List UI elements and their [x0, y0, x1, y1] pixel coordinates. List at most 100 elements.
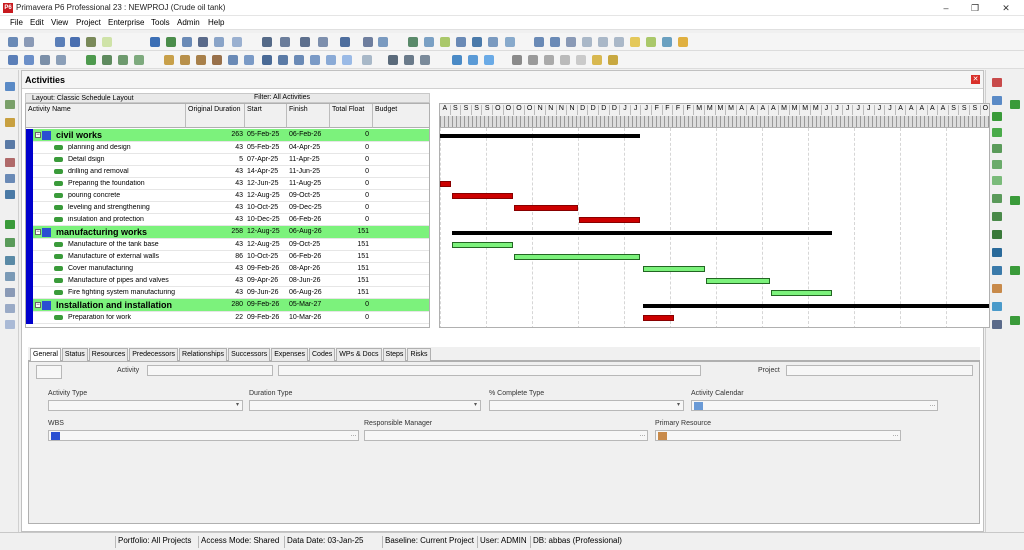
layout-bar[interactable]: Layout: Classic Schedule Layout — [25, 93, 430, 103]
activity-bar[interactable] — [643, 266, 705, 272]
collapse-icon[interactable] — [598, 37, 608, 47]
summarize-icon[interactable] — [505, 37, 515, 47]
chevron-down-icon[interactable]: ▾ — [674, 401, 683, 410]
menu-enterprise[interactable]: Enterprise — [108, 18, 144, 27]
codes-side-icon[interactable] — [1010, 266, 1020, 275]
timescale-icon[interactable] — [378, 37, 388, 47]
table-row[interactable]: Detail dsign 5 07-Apr-25 11-Apr-25 0 — [26, 154, 429, 166]
baseline-icon[interactable] — [488, 37, 498, 47]
copy-icon[interactable] — [528, 55, 538, 65]
table-row[interactable]: Manufacture of pipes and valves 43 09-Apr-… — [26, 275, 429, 287]
col-start[interactable]: Start — [245, 104, 287, 128]
calendar-field[interactable]: … — [691, 400, 938, 411]
print-icon[interactable] — [8, 37, 18, 47]
wbs-row[interactable]: − Installation and installation 280 09-Feb-… — [26, 299, 429, 312]
ellipsis-icon[interactable]: … — [349, 431, 358, 440]
wbs-row[interactable]: − civil works 263 05-Feb-25 06-Feb-26 0 — [26, 129, 429, 142]
threshold-icon[interactable] — [212, 55, 222, 65]
expenses-icon[interactable] — [326, 55, 336, 65]
web-icon[interactable] — [452, 55, 462, 65]
manager-field[interactable]: … — [364, 430, 648, 441]
projects-icon[interactable] — [5, 82, 15, 91]
col-finish[interactable]: Finish — [287, 104, 330, 128]
outdent-icon[interactable] — [992, 128, 1002, 137]
activity-bar[interactable] — [451, 242, 514, 248]
risk-icon[interactable] — [662, 37, 672, 47]
minimize-icon[interactable]: – — [939, 2, 953, 14]
activity-type-select[interactable]: ▾ — [48, 400, 243, 411]
profile-view-icon[interactable] — [214, 37, 224, 47]
wbs-summary-bar[interactable] — [440, 134, 641, 138]
eps-icon[interactable] — [5, 100, 15, 109]
tab-resources[interactable]: Resources — [88, 348, 129, 361]
network-view-icon[interactable] — [86, 37, 96, 47]
menu-project[interactable]: Project — [76, 18, 101, 27]
delete-icon[interactable] — [992, 96, 1002, 105]
move-up-icon[interactable] — [992, 144, 1002, 153]
ellipsis-icon[interactable]: … — [891, 431, 900, 440]
wbs-summary-bar[interactable] — [451, 231, 833, 235]
wbs-icon[interactable] — [164, 55, 174, 65]
chevron-down-icon[interactable]: ▾ — [471, 401, 480, 410]
globe-icon[interactable] — [424, 37, 434, 47]
col-total-float[interactable]: Total Float — [330, 104, 373, 128]
gantt-chart[interactable]: ASSSSOOOONNNNDDDDJJJFFFFMMMMAAAAMMMMJJJJ… — [439, 103, 990, 328]
tab-expenses[interactable]: Expenses — [271, 348, 308, 361]
save-icon[interactable] — [24, 55, 34, 65]
renumber-icon[interactable] — [992, 230, 1002, 239]
activity-name-field[interactable] — [278, 365, 701, 376]
enterprise-icon[interactable] — [86, 55, 96, 65]
menu-file[interactable]: File — [10, 18, 23, 27]
tab-risks[interactable]: Risks — [407, 348, 431, 361]
project-folder-icon[interactable] — [608, 55, 618, 65]
layout-options-icon[interactable] — [340, 37, 350, 47]
close-panel-icon[interactable]: ✕ — [971, 75, 980, 84]
columns-icon[interactable] — [262, 37, 272, 47]
tab-steps[interactable]: Steps — [382, 348, 407, 361]
wbs-row[interactable]: − manufacturing works 258 12-Aug-25 06-Aug-2… — [26, 226, 429, 239]
bars-icon[interactable] — [232, 37, 242, 47]
activity-bar[interactable] — [514, 205, 578, 211]
filter-label[interactable]: Filter: All Activities — [254, 94, 310, 101]
thresholds-nav-icon[interactable] — [5, 288, 15, 297]
open-folder-icon[interactable] — [592, 55, 602, 65]
table-row[interactable]: Cover manufacturing 43 09-Feb-26 08-Apr-26 1… — [26, 263, 429, 275]
activity-table-icon[interactable] — [166, 37, 176, 47]
steps-side-icon[interactable] — [992, 320, 1002, 329]
tab-status[interactable]: Status — [61, 348, 88, 361]
activity-bar[interactable] — [451, 193, 514, 199]
dissolve-icon[interactable] — [992, 212, 1002, 221]
tab-successors[interactable]: Successors — [228, 348, 271, 361]
table-row[interactable]: leveling and strengthening 43 10-Oct-25 09-… — [26, 202, 429, 214]
table-row[interactable]: Fire fighting system manufacturing 43 09-J… — [26, 287, 429, 299]
portfolio-icon[interactable] — [102, 55, 112, 65]
zoom-out-icon[interactable] — [550, 37, 560, 47]
issue-icon[interactable] — [646, 37, 656, 47]
docs-icon[interactable] — [310, 55, 320, 65]
expenses-nav-icon[interactable] — [5, 272, 15, 281]
add-icon[interactable] — [992, 78, 1002, 87]
activity-bar[interactable] — [514, 254, 641, 260]
wbs-summary-bar[interactable] — [643, 304, 989, 308]
unlink-icon[interactable] — [484, 55, 494, 65]
replace-icon[interactable] — [420, 55, 430, 65]
chevron-down-icon[interactable]: ▾ — [233, 401, 242, 410]
reports-nav-icon[interactable] — [5, 190, 15, 199]
table-row[interactable]: drilling and removal 43 14-Apr-25 11-Jun-25… — [26, 166, 429, 178]
issues-nav-icon[interactable] — [5, 304, 15, 313]
zoom-in-icon[interactable] — [534, 37, 544, 47]
table-row[interactable]: Manufacture of the tank base 43 12-Aug-25 0… — [26, 239, 429, 251]
table-row[interactable]: planning and design 43 05-Feb-25 04-Apr-25 0 — [26, 142, 429, 154]
menu-edit[interactable]: Edit — [30, 18, 44, 27]
tracking-nav-icon[interactable] — [5, 118, 15, 127]
detail-view-icon[interactable] — [182, 37, 192, 47]
usage-view-icon[interactable] — [198, 37, 208, 47]
activity-id-field[interactable] — [147, 365, 273, 376]
activities-nav-icon[interactable] — [5, 220, 15, 229]
roles-nav-icon[interactable] — [5, 174, 15, 183]
wps-nav-icon[interactable] — [5, 256, 15, 265]
risks-icon[interactable] — [244, 55, 254, 65]
resource-field[interactable]: … — [655, 430, 901, 441]
close-icon[interactable]: ✕ — [999, 2, 1013, 14]
tracking-icon[interactable] — [134, 55, 144, 65]
